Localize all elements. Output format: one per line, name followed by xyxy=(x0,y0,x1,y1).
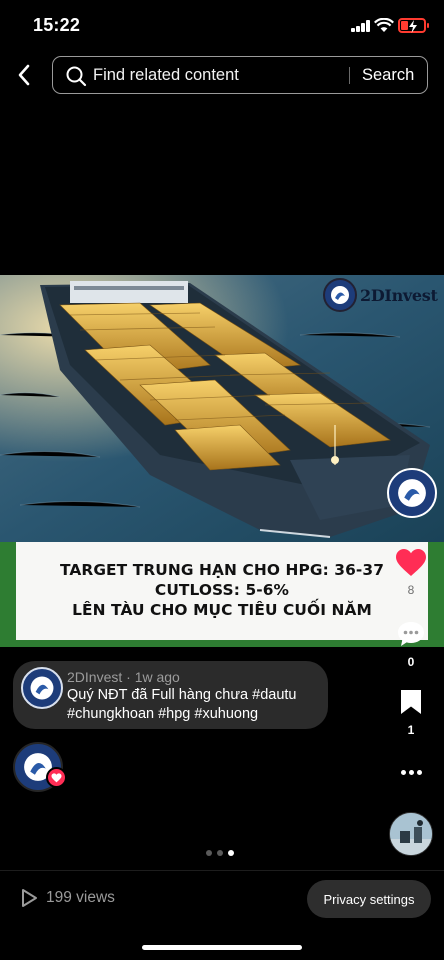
wifi-icon xyxy=(374,18,394,32)
status-bar: 15:22 xyxy=(0,0,444,52)
comment-icon xyxy=(398,622,424,646)
search-divider xyxy=(349,67,350,84)
status-time: 15:22 xyxy=(33,15,81,35)
post-caption[interactable]: Quý NĐT đã Full hàng chưa #dautu #chungk… xyxy=(67,686,322,724)
search-icon xyxy=(66,66,87,87)
save-button[interactable]: 1 xyxy=(384,688,438,737)
home-indicator[interactable] xyxy=(142,945,302,950)
play-icon xyxy=(22,889,37,907)
sound-disc[interactable] xyxy=(389,812,433,856)
post-info[interactable]: 2DInvest · 1w ago Quý NĐT đã Full hàng c… xyxy=(13,661,328,729)
like-button[interactable]: 8 xyxy=(384,548,438,597)
brand-logo xyxy=(323,278,357,312)
brand-name: 2DInvest xyxy=(360,285,438,305)
caption-card: TARGET TRUNG HẠN CHO HPG: 36-37 CUTLOSS:… xyxy=(16,542,428,640)
cellular-signal-icon xyxy=(351,20,371,32)
cargo-ship-image xyxy=(0,275,444,542)
pager-dot-active[interactable] xyxy=(228,850,234,856)
avatar[interactable] xyxy=(21,667,63,709)
brand-watermark: 2DInvest xyxy=(323,278,438,312)
image-pager xyxy=(206,850,234,856)
post-author-time: 2DInvest · 1w ago xyxy=(67,669,180,685)
caption-line-target: TARGET TRUNG HẠN CHO HPG: 36-37 xyxy=(59,561,385,579)
post-media[interactable]: 2DInvest TARGET TRUNG HẠN CHO HPG: 36-37… xyxy=(0,275,444,647)
divider xyxy=(0,870,444,871)
battery-icon xyxy=(398,18,429,33)
privacy-settings-button[interactable]: Privacy settings xyxy=(307,880,431,918)
views-counter: 199 views xyxy=(20,888,115,908)
like-count: 8 xyxy=(407,583,415,597)
more-icon[interactable] xyxy=(384,762,438,782)
caption-line-goal: LÊN TÀU CHO MỤC TIÊU CUỐI NĂM xyxy=(72,601,372,619)
brand-badge-logo xyxy=(387,468,437,518)
search-bar[interactable]: Find related content Search xyxy=(52,56,428,94)
comment-count: 0 xyxy=(407,655,415,669)
pager-dot[interactable] xyxy=(206,850,212,856)
back-icon xyxy=(18,64,30,86)
search-button[interactable]: Search xyxy=(362,66,414,85)
save-count: 1 xyxy=(407,723,415,737)
follow-heart-icon[interactable] xyxy=(46,767,67,788)
heart-icon xyxy=(396,549,426,576)
bookmark-icon xyxy=(401,690,421,714)
caption-line-cutloss: CUTLOSS: 5-6% xyxy=(154,581,290,599)
pager-dot[interactable] xyxy=(217,850,223,856)
comment-button[interactable]: 0 xyxy=(384,620,438,669)
views-count: 199 views xyxy=(46,889,115,906)
caption-band: TARGET TRUNG HẠN CHO HPG: 36-37 CUTLOSS:… xyxy=(0,542,444,647)
back-button[interactable] xyxy=(10,60,38,90)
search-input[interactable]: Find related content xyxy=(93,66,239,85)
